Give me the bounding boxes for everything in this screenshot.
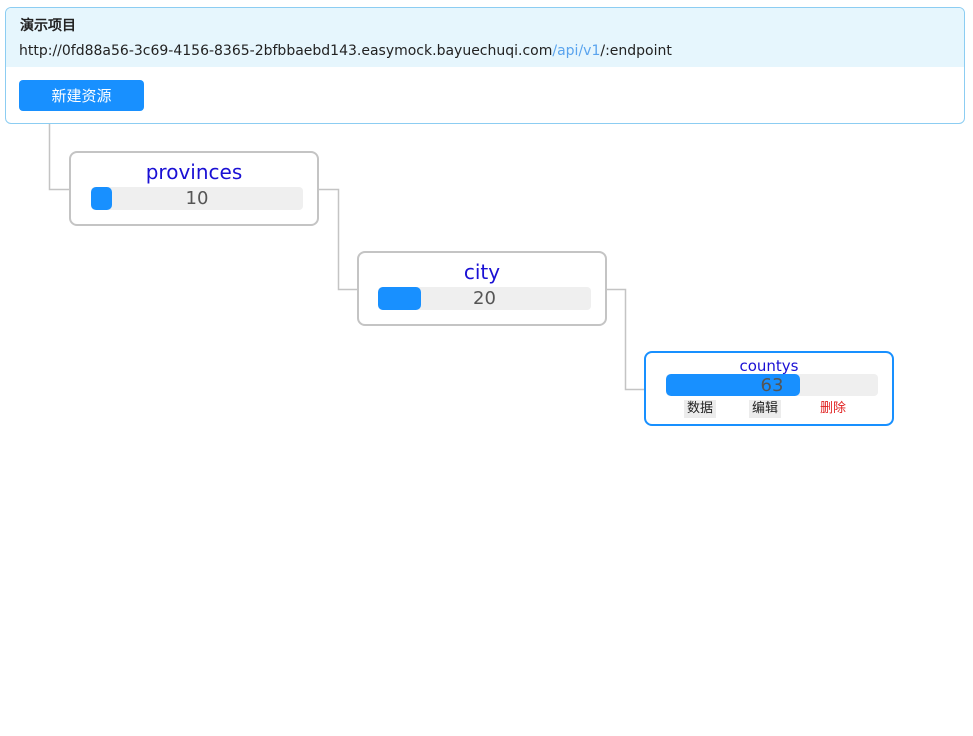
resource-count-value: 10 (185, 188, 209, 209)
resource-name: provinces (145, 160, 243, 184)
resource-node-provinces[interactable]: provinces 10 (69, 151, 319, 226)
connector-provinces (48, 124, 70, 191)
resource-count-value: 20 (473, 288, 496, 309)
connector-city (318, 188, 358, 291)
resource-count-bar: 63 (666, 374, 878, 396)
resource-count-value: 63 (760, 374, 784, 396)
delete-button[interactable]: 删除 (817, 400, 849, 418)
resource-name: city (463, 260, 501, 284)
resource-node-countys[interactable]: countys 63 数据 编辑 删除 (644, 351, 894, 426)
data-button[interactable]: 数据 (684, 400, 717, 418)
resource-count-bar: 20 (378, 287, 591, 310)
edit-button[interactable]: 编辑 (749, 400, 782, 418)
resource-name: countys (739, 357, 799, 375)
resource-count-bar: 10 (91, 187, 303, 210)
resource-node-city[interactable]: city 20 (357, 251, 607, 326)
connector-countys (606, 288, 645, 391)
